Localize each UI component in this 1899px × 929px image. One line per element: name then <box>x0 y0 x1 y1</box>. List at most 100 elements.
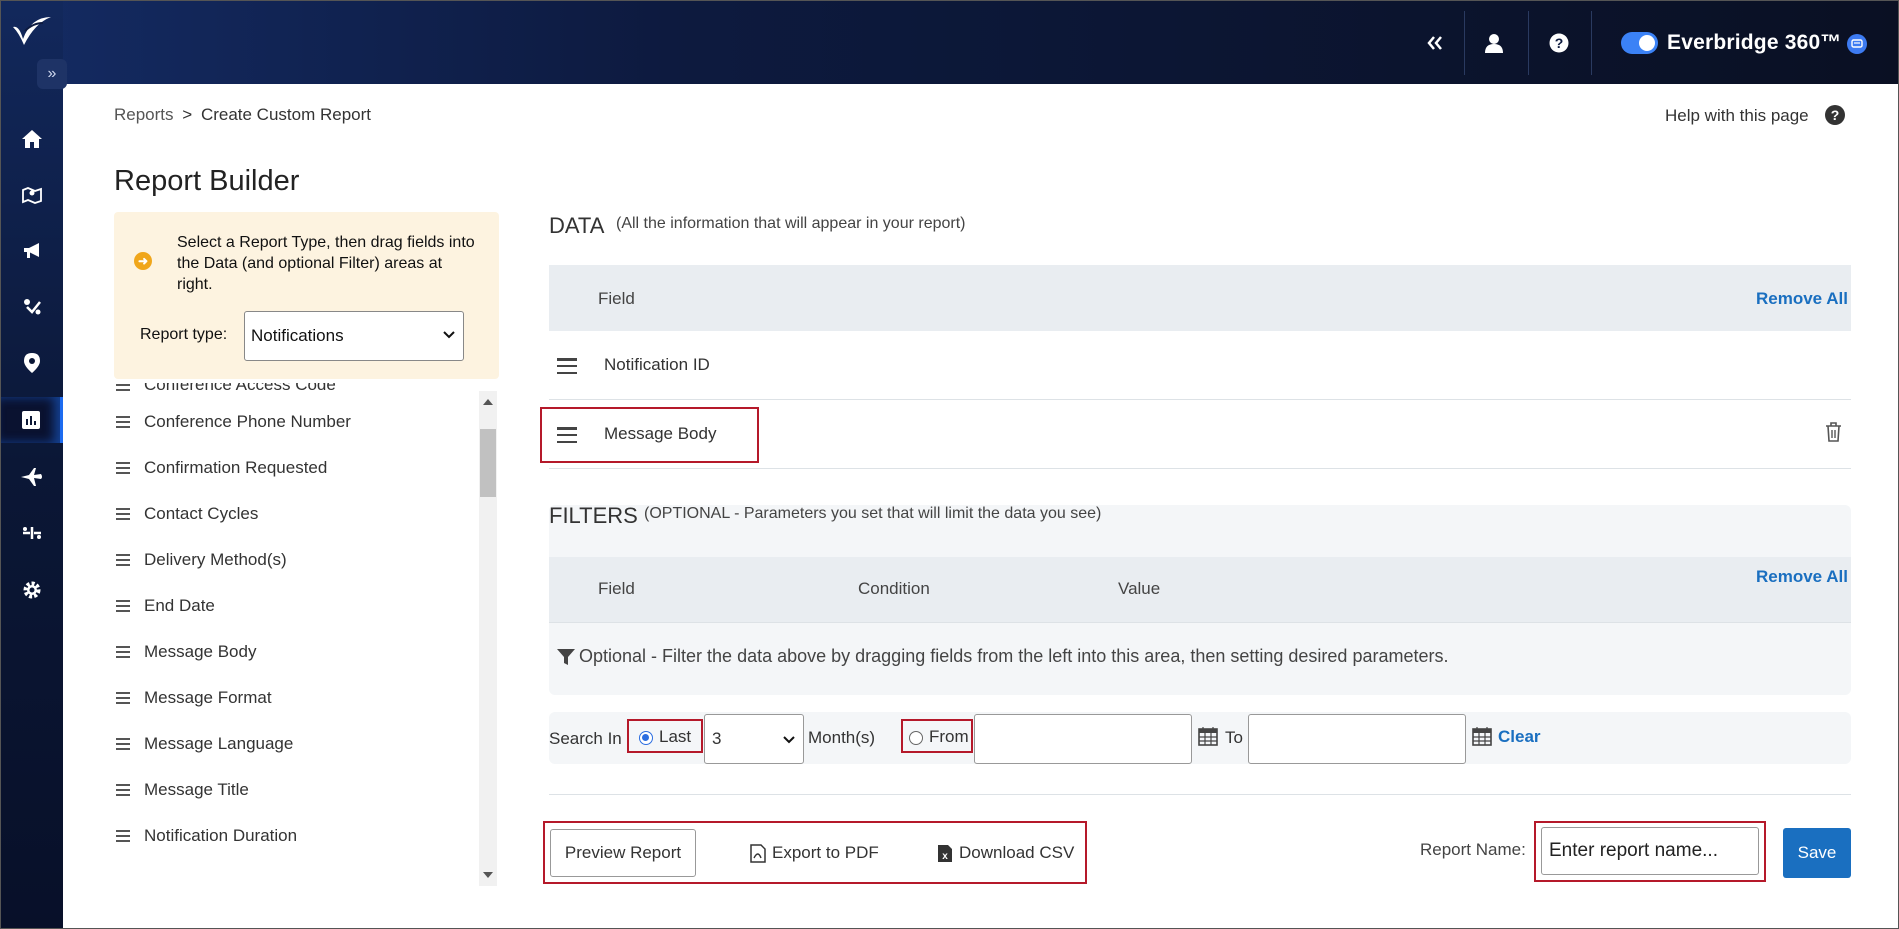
download-csv-link[interactable]: x Download CSV <box>937 843 1074 863</box>
drag-handle-icon <box>116 508 130 520</box>
calendar-icon[interactable] <box>1472 726 1492 746</box>
filter-drop-hint: Optional - Filter the data above by drag… <box>557 646 1448 667</box>
drag-handle-icon <box>116 738 130 750</box>
breadcrumb: Reports > Create Custom Report <box>114 105 371 125</box>
drag-handle-icon <box>116 830 130 842</box>
instruction-box: ➜ Select a Report Type, then drag fields… <box>114 212 499 379</box>
reports-icon[interactable] <box>1 397 63 443</box>
filter-icon <box>557 648 575 665</box>
field-item[interactable]: Notification Duration <box>114 821 297 851</box>
field-item[interactable]: Confirmation Requested <box>114 453 327 483</box>
drag-handle-icon <box>116 383 130 391</box>
product-toggle[interactable] <box>1621 32 1658 54</box>
breadcrumb-current: Create Custom Report <box>200 105 372 124</box>
filter-column-field: Field <box>598 579 635 598</box>
to-date-input[interactable] <box>1248 714 1466 764</box>
report-type-select[interactable]: Notifications <box>244 311 464 361</box>
help-page-icon[interactable]: ? <box>1825 105 1845 125</box>
app-window: ? Everbridge 360™ » Reports > Create Cus… <box>0 0 1899 929</box>
top-bar: ? Everbridge 360™ <box>1 1 1898 84</box>
incident-icon[interactable] <box>1 284 63 330</box>
chevron-down-icon <box>783 736 795 744</box>
logo-icon[interactable] <box>11 13 53 47</box>
filter-column-condition: Condition <box>858 579 930 598</box>
unit-label: Month(s) <box>808 728 876 747</box>
expand-icon[interactable]: » <box>37 59 67 89</box>
to-label: To <box>1225 728 1243 747</box>
field-item[interactable]: Message Body <box>114 637 256 667</box>
field-item[interactable]: Message Title <box>114 775 249 805</box>
help-link[interactable]: Help with this page <box>1665 106 1809 126</box>
drag-handle-icon[interactable] <box>557 358 577 374</box>
travel-icon[interactable] <box>1 454 63 500</box>
filters-remove-all-link[interactable]: Remove All <box>1756 567 1848 587</box>
drag-handle-icon <box>116 692 130 704</box>
arrow-right-icon: ➜ <box>134 252 152 270</box>
scroll-thumb <box>480 429 496 497</box>
csv-icon: x <box>938 844 952 862</box>
scroll-down-icon <box>483 872 493 878</box>
trash-icon[interactable] <box>1825 422 1842 442</box>
section-divider <box>549 794 1851 795</box>
data-table-header: Field Remove All <box>549 265 1851 331</box>
map-icon[interactable] <box>1 172 63 218</box>
integration-icon[interactable] <box>1 510 63 556</box>
drag-handle-icon <box>116 554 130 566</box>
report-name-label: Report Name: <box>1420 840 1526 859</box>
data-section-title: DATA <box>549 213 605 238</box>
page-title: Report Builder <box>114 165 300 197</box>
highlight-message-body <box>540 407 759 463</box>
drag-handle-icon <box>116 646 130 658</box>
location-icon[interactable] <box>1 340 63 386</box>
data-remove-all-link[interactable]: Remove All <box>1756 289 1848 309</box>
clear-dates-link[interactable]: Clear <box>1498 727 1541 747</box>
pdf-icon <box>750 843 766 863</box>
chevron-down-icon <box>443 331 455 339</box>
chat-icon[interactable] <box>1847 34 1867 54</box>
brand-name: Everbridge 360™ <box>1667 31 1842 54</box>
svg-text:x: x <box>942 851 948 862</box>
svg-text:?: ? <box>1555 35 1564 51</box>
settings-icon[interactable] <box>1 567 63 613</box>
highlight-last-radio <box>627 719 703 753</box>
save-button[interactable]: Save <box>1783 828 1851 878</box>
field-item[interactable]: Conference Phone Number <box>114 407 351 437</box>
drag-handle-icon <box>116 784 130 796</box>
breadcrumb-separator: > <box>182 105 193 124</box>
nav-rail: » <box>1 1 67 928</box>
last-period-select[interactable]: 3 <box>704 714 804 764</box>
collapse-icon[interactable] <box>1417 23 1453 63</box>
report-type-value: Notifications <box>251 326 344 345</box>
field-item[interactable]: Message Language <box>114 729 293 759</box>
instruction-text: Select a Report Type, then drag fields i… <box>177 234 475 293</box>
breadcrumb-reports-link[interactable]: Reports <box>114 105 174 124</box>
field-item[interactable]: Contact Cycles <box>114 499 258 529</box>
search-in-label: Search In <box>549 729 622 748</box>
user-icon[interactable] <box>1476 23 1512 63</box>
preview-report-button[interactable]: Preview Report <box>550 829 696 877</box>
highlight-from-radio <box>901 719 973 753</box>
field-item[interactable]: End Date <box>114 591 215 621</box>
home-icon[interactable] <box>1 116 63 162</box>
calendar-icon[interactable] <box>1198 726 1218 746</box>
megaphone-icon[interactable] <box>1 228 63 274</box>
filter-column-value: Value <box>1118 579 1161 598</box>
field-list-scrollbar[interactable] <box>479 391 497 886</box>
drag-handle-icon <box>116 462 130 474</box>
from-date-input[interactable] <box>974 714 1192 764</box>
field-item[interactable]: Conference Access Code <box>114 383 336 400</box>
data-row[interactable]: Notification ID <box>549 332 1851 400</box>
data-row-label: Notification ID <box>604 355 710 374</box>
field-item[interactable]: Delivery Method(s) <box>114 545 287 575</box>
help-icon[interactable]: ? <box>1541 23 1577 63</box>
filters-section-subtitle: (OPTIONAL - Parameters you set that will… <box>644 505 1102 522</box>
data-section-subtitle: (All the information that will appear in… <box>616 215 966 232</box>
highlight-report-name <box>1534 821 1766 882</box>
data-column-field: Field <box>598 289 635 308</box>
field-item[interactable]: Message Format <box>114 683 272 713</box>
drag-handle-icon <box>116 600 130 612</box>
export-pdf-link[interactable]: Export to PDF <box>750 843 879 863</box>
report-type-label: Report type: <box>140 326 228 343</box>
filters-table-header: Field Condition Value Remove All <box>549 557 1851 623</box>
drag-handle-icon <box>116 416 130 428</box>
